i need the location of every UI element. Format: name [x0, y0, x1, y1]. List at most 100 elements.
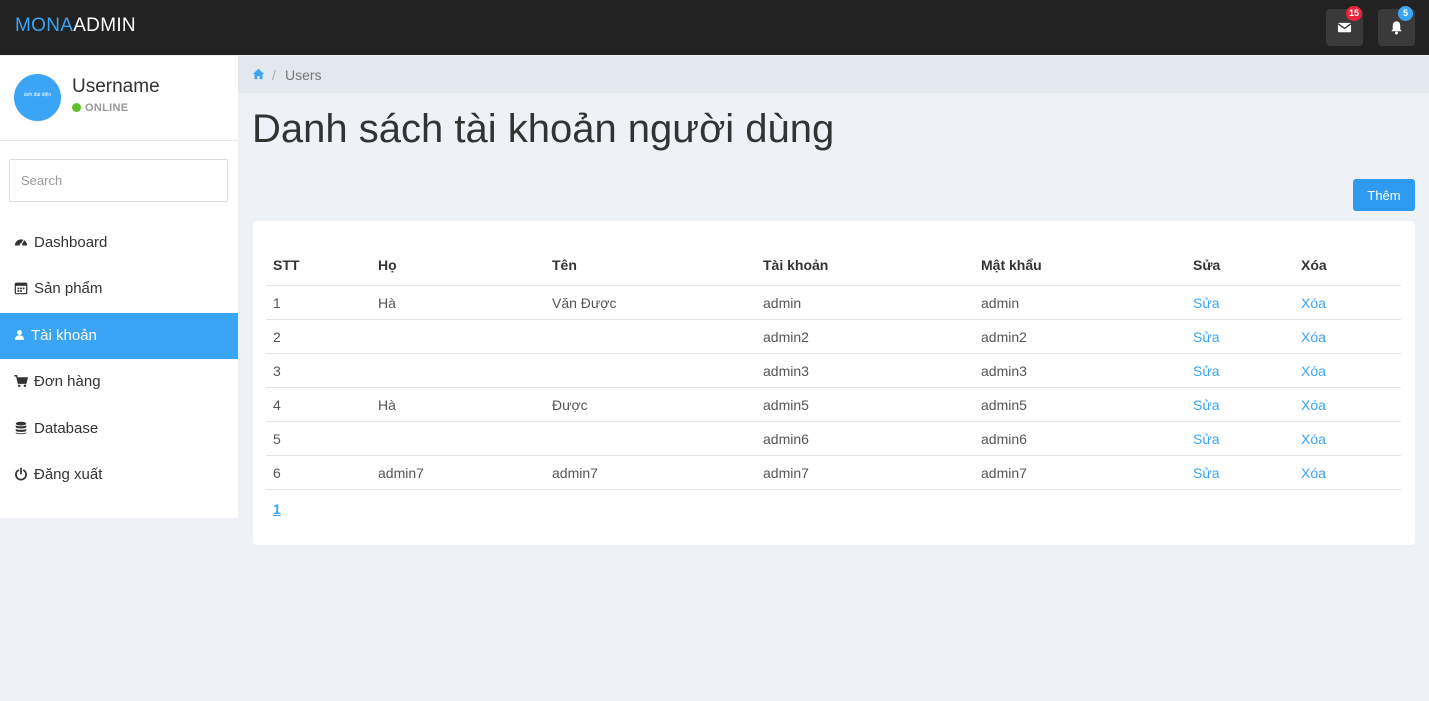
edit-link[interactable]: Sửa — [1193, 363, 1220, 379]
cell-stt: 5 — [266, 421, 371, 456]
cell-delete: Xóa — [1294, 353, 1401, 388]
edit-link[interactable]: Sửa — [1193, 295, 1220, 311]
cell-mat-khau: admin6 — [974, 421, 1186, 456]
cell-ho: admin7 — [371, 455, 545, 490]
search-input[interactable] — [9, 159, 228, 202]
envelope-icon — [1337, 22, 1352, 33]
cell-edit: Sửa — [1186, 319, 1294, 354]
sidebar-item-label: Đăng xuất — [34, 465, 103, 483]
sidebar: ảnh đại diện Username ONLINE Dashboard S… — [0, 56, 238, 518]
breadcrumb-current: Users — [285, 67, 322, 83]
sidebar-item-database[interactable]: Database — [0, 406, 238, 452]
table-row: 2 admin2 admin2 Sửa Xóa — [266, 319, 1401, 354]
sidebar-item-dashboard[interactable]: Dashboard — [0, 220, 238, 266]
add-user-button[interactable]: Thêm — [1353, 179, 1415, 211]
notifications-button[interactable]: 5 — [1378, 6, 1415, 46]
cell-tai-khoan: admin2 — [756, 319, 974, 354]
cell-delete: Xóa — [1294, 387, 1401, 422]
sidebar-item-don-hang[interactable]: Đơn hàng — [0, 359, 238, 405]
delete-link[interactable]: Xóa — [1301, 329, 1326, 345]
delete-link[interactable]: Xóa — [1301, 295, 1326, 311]
column-header-stt: STT — [266, 245, 371, 286]
cell-stt: 3 — [266, 353, 371, 388]
cell-delete: Xóa — [1294, 455, 1401, 490]
table-row: 3 admin3 admin3 Sửa Xóa — [266, 353, 1401, 388]
brand-logo-part2: ADMIN — [73, 15, 136, 36]
cell-ho — [371, 353, 545, 388]
online-dot-icon — [72, 103, 81, 112]
cell-tai-khoan: admin6 — [756, 421, 974, 456]
cell-ten — [545, 421, 756, 456]
cell-delete: Xóa — [1294, 421, 1401, 456]
top-navbar: MONAADMIN 15 5 — [0, 0, 1429, 55]
sidebar-item-san-pham[interactable]: Sản phẩm — [0, 266, 238, 312]
edit-link[interactable]: Sửa — [1193, 465, 1220, 481]
database-icon — [15, 421, 27, 434]
calendar-icon — [14, 282, 28, 295]
avatar-alt-text: ảnh đại diện — [23, 92, 52, 98]
cell-ten: admin7 — [545, 455, 756, 490]
cell-tai-khoan: admin3 — [756, 353, 974, 388]
cell-edit: Sửa — [1186, 387, 1294, 422]
table-row: 1 Hà Văn Được admin admin Sửa Xóa — [266, 285, 1401, 320]
delete-link[interactable]: Xóa — [1301, 465, 1326, 481]
cell-edit: Sửa — [1186, 353, 1294, 388]
cell-tai-khoan: admin5 — [756, 387, 974, 422]
cell-edit: Sửa — [1186, 455, 1294, 490]
cell-stt: 1 — [266, 285, 371, 320]
user-name: Username — [72, 76, 160, 97]
cell-edit: Sửa — [1186, 421, 1294, 456]
dashboard-icon — [14, 239, 28, 246]
sidebar-item-label: Tài khoản — [31, 326, 97, 344]
avatar: ảnh đại diện — [14, 74, 61, 121]
sidebar-item-dang-xuat[interactable]: Đăng xuất — [0, 452, 238, 498]
cell-ten: Được — [545, 387, 756, 422]
cell-ten — [545, 319, 756, 354]
edit-link[interactable]: Sửa — [1193, 329, 1220, 345]
breadcrumb: / Users — [238, 56, 1429, 93]
cell-ho — [371, 421, 545, 456]
cell-delete: Xóa — [1294, 319, 1401, 354]
delete-link[interactable]: Xóa — [1301, 363, 1326, 379]
column-header-tai-khoan: Tài khoản — [756, 245, 974, 286]
column-header-mat-khau: Mật khẩu — [974, 245, 1186, 286]
delete-link[interactable]: Xóa — [1301, 397, 1326, 413]
sidebar-item-tai-khoan[interactable]: Tài khoản — [0, 312, 238, 360]
cell-stt: 2 — [266, 319, 371, 354]
sidebar-menu: Dashboard Sản phẩm Tài khoản Đơn hàng Da… — [0, 220, 238, 498]
brand-logo-part1: MONA — [15, 15, 74, 36]
user-profile: ảnh đại diện Username ONLINE — [0, 56, 238, 141]
cell-mat-khau: admin7 — [974, 455, 1186, 490]
breadcrumb-separator: / — [272, 67, 276, 83]
brand-logo[interactable]: MONAADMIN — [15, 15, 136, 37]
messages-button[interactable]: 15 — [1326, 6, 1363, 46]
edit-link[interactable]: Sửa — [1193, 397, 1220, 413]
cell-ho: Hà — [371, 387, 545, 422]
pagination-page-link[interactable]: 1 — [273, 501, 281, 517]
table-row: 4 Hà Được admin5 admin5 Sửa Xóa — [266, 387, 1401, 422]
sidebar-item-label: Sản phẩm — [34, 280, 103, 298]
cell-stt: 6 — [266, 455, 371, 490]
delete-link[interactable]: Xóa — [1301, 431, 1326, 447]
power-icon — [15, 467, 27, 481]
cart-icon — [14, 375, 28, 388]
cell-ho: Hà — [371, 285, 545, 320]
sidebar-item-label: Đơn hàng — [34, 373, 101, 391]
cell-ten — [545, 353, 756, 388]
cell-tai-khoan: admin7 — [756, 455, 974, 490]
messages-badge: 15 — [1346, 6, 1363, 21]
table-header-row: STT Họ Tên Tài khoản Mật khẩu Sửa Xóa — [266, 245, 1401, 286]
cell-mat-khau: admin — [974, 285, 1186, 320]
user-icon — [15, 329, 24, 340]
page-title: Danh sách tài khoản người dùng — [252, 107, 835, 151]
table-row: 5 admin6 admin6 Sửa Xóa — [266, 421, 1401, 456]
column-header-ho: Họ — [371, 245, 545, 286]
cell-mat-khau: admin3 — [974, 353, 1186, 388]
column-header-ten: Tên — [545, 245, 756, 286]
edit-link[interactable]: Sửa — [1193, 431, 1220, 447]
home-icon[interactable] — [252, 68, 265, 80]
cell-mat-khau: admin2 — [974, 319, 1186, 354]
notifications-badge: 5 — [1398, 6, 1413, 21]
cell-tai-khoan: admin — [756, 285, 974, 320]
sidebar-item-label: Dashboard — [34, 234, 108, 251]
